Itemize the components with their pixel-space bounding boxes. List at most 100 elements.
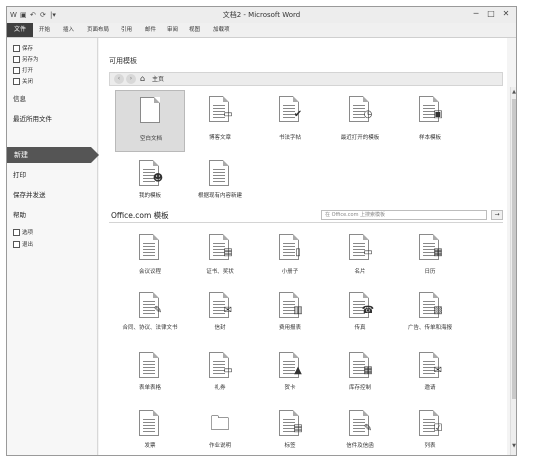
template-label: 会议议程 xyxy=(138,269,161,275)
template-blank-document[interactable]: 空白文档 xyxy=(115,90,185,152)
template-label: 标签 xyxy=(284,443,296,449)
office-template-brochure[interactable]: ▯ 小册子 xyxy=(255,228,325,290)
template-label: 邀请 xyxy=(424,385,436,391)
template-label: 表单表格 xyxy=(138,385,161,391)
blank-doc-icon xyxy=(140,97,160,123)
new-from-existing-icon xyxy=(209,160,229,186)
save-as-icon xyxy=(13,56,20,63)
options-icon xyxy=(13,229,20,236)
scroll-thumb[interactable] xyxy=(512,99,516,399)
sidebar-item-new[interactable]: 新建 xyxy=(7,147,99,163)
office-template-list[interactable]: ☑ 列表 xyxy=(395,404,465,455)
tab-home[interactable]: 开始 xyxy=(39,23,50,37)
office-template-calendar[interactable]: ▦ 日历 xyxy=(395,228,465,290)
title-bar: W ▣ ↶ ⟳ |▾ 文档2 - Microsoft Word ─ □ ✕ xyxy=(7,7,516,23)
tab-addins[interactable]: 加载项 xyxy=(213,23,230,37)
sidebar-item-close[interactable]: 关闭 xyxy=(13,77,33,87)
office-template-flyer[interactable]: ▧ 广告、传单和海报 xyxy=(395,286,465,348)
vertical-scrollbar[interactable]: ▲ ▼ xyxy=(510,87,516,455)
office-template-job-folder[interactable]: 🗀 作业说明 xyxy=(185,404,255,455)
template-label: 证书、奖状 xyxy=(206,269,234,275)
sidebar-item-save[interactable]: 保存 xyxy=(13,44,33,54)
tab-references[interactable]: 引用 xyxy=(121,23,132,37)
sidebar-item-print[interactable]: 打印 xyxy=(13,168,26,182)
minimize-button[interactable]: ─ xyxy=(469,9,483,19)
sidebar-item-options[interactable]: 选项 xyxy=(13,228,33,238)
template-my-templates[interactable]: ☻ 我的模板 xyxy=(115,154,185,216)
office-template-letters[interactable]: ✎ 信件及信函 xyxy=(325,404,395,455)
office-template-inventory[interactable]: ▦ 库存控制 xyxy=(325,346,395,408)
template-blog-post[interactable]: ▭ 博客文章 xyxy=(185,90,255,152)
template-label: 费用报表 xyxy=(278,325,301,331)
office-template-envelope[interactable]: ✉ 信封 xyxy=(185,286,255,348)
office-template-labels[interactable]: ▤ 标签 xyxy=(255,404,325,455)
tab-view[interactable]: 视图 xyxy=(189,23,200,37)
template-new-from-existing[interactable]: 根据现有内容新建 xyxy=(185,154,255,216)
breadcrumb-home-label[interactable]: 主页 xyxy=(152,75,164,85)
template-breadcrumb: ‹ › ⌂ 主页 xyxy=(109,72,503,86)
tab-insert[interactable]: 插入 xyxy=(63,23,74,37)
sidebar-item-save-as[interactable]: 另存为 xyxy=(13,55,39,65)
template-label: 根据现有内容新建 xyxy=(197,193,242,199)
office-template-fax[interactable]: ☎ 传真 xyxy=(325,286,395,348)
home-icon[interactable]: ⌂ xyxy=(140,74,145,84)
sidebar-item-info[interactable]: 信息 xyxy=(13,92,26,106)
office-template-invitation[interactable]: ✉ 邀请 xyxy=(395,346,465,408)
template-label: 传真 xyxy=(354,325,366,331)
form-icon xyxy=(139,352,159,378)
template-label: 空白文档 xyxy=(139,136,162,142)
maximize-button[interactable]: □ xyxy=(484,9,498,19)
tab-mailings[interactable]: 邮件 xyxy=(145,23,156,37)
template-label: 样本模板 xyxy=(418,135,441,141)
template-calligraphy[interactable]: ✔ 书法字帖 xyxy=(255,90,325,152)
sidebar-item-exit[interactable]: 退出 xyxy=(13,240,33,250)
template-label: 信件及信函 xyxy=(346,443,374,449)
office-template-forms[interactable]: 表单表格 xyxy=(115,346,185,408)
office-template-certificate[interactable]: ▤ 证书、奖状 xyxy=(185,228,255,290)
office-com-header: Office.com 模板 在 Office.com 上搜索模板 → xyxy=(109,210,503,223)
word-window: W ▣ ↶ ⟳ |▾ 文档2 - Microsoft Word ─ □ ✕ 文件… xyxy=(6,6,517,456)
template-label: 合同、协议、法律文书 xyxy=(122,325,178,331)
ribbon-tab-bar: 文件 开始 插入 页面布局 引用 邮件 审阅 视图 加载项 xyxy=(7,23,516,38)
agenda-icon xyxy=(139,234,159,260)
scroll-up-icon[interactable]: ▲ xyxy=(511,89,516,95)
office-template-business-card[interactable]: ▭ 名片 xyxy=(325,228,395,290)
template-label: 最近打开的模板 xyxy=(340,135,380,141)
search-go-button[interactable]: → xyxy=(491,210,503,220)
forward-button[interactable]: › xyxy=(126,74,136,84)
template-label: 名片 xyxy=(354,269,366,275)
scroll-down-icon[interactable]: ▼ xyxy=(511,443,516,449)
office-template-invoice[interactable]: 发票 xyxy=(115,404,185,455)
back-button[interactable]: ‹ xyxy=(114,74,124,84)
template-label: 贺卡 xyxy=(284,385,296,391)
office-template-expense-report[interactable]: ▥ 费用报表 xyxy=(255,286,325,348)
office-template-agenda[interactable]: 会议议程 xyxy=(115,228,185,290)
sidebar-item-open[interactable]: 打开 xyxy=(13,66,33,76)
template-label: 礼券 xyxy=(214,385,226,391)
sidebar-item-recent[interactable]: 最近所用文件 xyxy=(13,112,52,126)
sidebar-item-help[interactable]: 帮助 xyxy=(13,208,26,222)
office-search-input[interactable]: 在 Office.com 上搜索模板 xyxy=(321,210,487,220)
sidebar-item-save-send[interactable]: 保存并发送 xyxy=(13,188,46,202)
invoice-icon xyxy=(139,410,159,436)
backstage-sidebar: 保存 另存为 打开 关闭 信息 最近所用文件 新建 打印 保存并发送 帮助 选项… xyxy=(7,38,99,455)
template-label: 广告、传单和海报 xyxy=(407,325,452,331)
close-button[interactable]: ✕ xyxy=(499,9,513,19)
template-label: 书法字帖 xyxy=(278,135,301,141)
sidebar-item-label: 选项 xyxy=(22,230,34,236)
template-label: 我的模板 xyxy=(138,193,161,199)
template-samples[interactable]: ▣ 样本模板 xyxy=(395,90,465,152)
template-label: 信封 xyxy=(214,325,226,331)
tab-file[interactable]: 文件 xyxy=(7,23,33,37)
office-template-greeting-card[interactable]: ▲ 贺卡 xyxy=(255,346,325,408)
sidebar-item-label: 保存 xyxy=(22,46,34,52)
template-label: 列表 xyxy=(424,443,436,449)
office-template-contract[interactable]: ✎ 合同、协议、法律文书 xyxy=(115,286,185,348)
template-label: 库存控制 xyxy=(348,385,371,391)
template-recent[interactable]: ◷ 最近打开的模板 xyxy=(325,90,395,152)
template-label: 博客文章 xyxy=(208,135,231,141)
tab-page-layout[interactable]: 页面布局 xyxy=(87,23,109,37)
sidebar-item-label: 退出 xyxy=(22,242,34,248)
tab-review[interactable]: 审阅 xyxy=(167,23,178,37)
office-template-gift-certificate[interactable]: ▭ 礼券 xyxy=(185,346,255,408)
